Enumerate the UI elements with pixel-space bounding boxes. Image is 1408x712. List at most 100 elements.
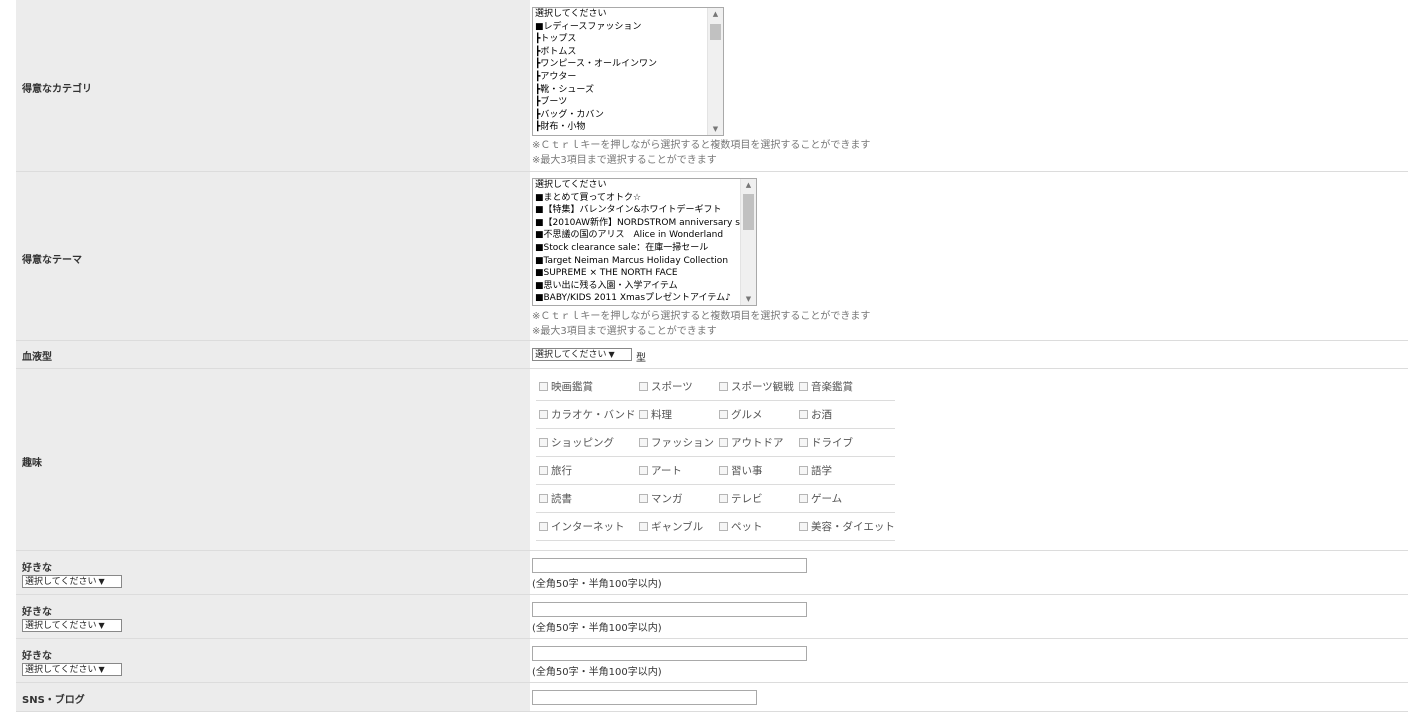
theme-option[interactable]: ■Target Neiman Marcus Holiday Collection (533, 255, 756, 268)
favorite-type-select[interactable]: 選択してください ▼ (22, 663, 122, 676)
theme-option[interactable]: ■【2010AW新作】NORDSTROM anniversary sale (533, 217, 756, 230)
checkbox[interactable] (639, 494, 648, 503)
theme-option[interactable]: ■不思議の国のアリス Alice in Wonderland (533, 229, 756, 242)
hobby-option[interactable]: 音楽鑑賞 (796, 373, 895, 401)
theme-option[interactable]: ■BABY/KIDS 2011 Xmasプレゼントアイテム♪ (533, 292, 756, 305)
hobby-option[interactable]: スポーツ観戦 (716, 373, 796, 401)
checkbox[interactable] (539, 438, 548, 447)
checkbox[interactable] (639, 382, 648, 391)
hobby-option[interactable]: 習い事 (716, 456, 796, 485)
category-option[interactable]: ┣ワンピース・オールインワン (533, 58, 723, 71)
checkbox[interactable] (799, 522, 808, 531)
checkbox[interactable] (799, 410, 808, 419)
hobby-option[interactable]: マンガ (636, 484, 716, 513)
checkbox[interactable] (719, 494, 728, 503)
hobby-option[interactable]: ファッション (636, 428, 716, 457)
category-option[interactable]: ┣ボトムス (533, 46, 723, 59)
checkbox[interactable] (719, 410, 728, 419)
hobby-option[interactable]: ショッピング (536, 428, 636, 457)
hobby-option[interactable]: グルメ (716, 400, 796, 429)
checkbox[interactable] (719, 522, 728, 531)
theme-scrollbar[interactable]: ▲ ▼ (740, 179, 756, 305)
hobby-option[interactable]: 映画鑑賞 (536, 373, 636, 401)
hobby-option[interactable]: ペット (716, 512, 796, 541)
favorite-type-select[interactable]: 選択してください ▼ (22, 575, 122, 588)
theme-option[interactable]: ■思い出に残る入園・入学アイテム (533, 280, 756, 293)
sns-blog-input[interactable] (532, 690, 757, 705)
hobby-option[interactable]: 旅行 (536, 456, 636, 485)
checkbox[interactable] (539, 522, 548, 531)
checkbox[interactable] (639, 522, 648, 531)
scroll-down-arrow-icon[interactable]: ▼ (741, 293, 756, 305)
hobby-option[interactable]: アート (636, 456, 716, 485)
checkbox[interactable] (639, 466, 648, 475)
category-row: 得意なカテゴリ 選択してください ■レディースファッション ┣トップス ┣ボトム… (16, 0, 1408, 172)
theme-option[interactable]: ■Stock clearance sale：在庫一掃セール (533, 242, 756, 255)
checkbox[interactable] (639, 438, 648, 447)
category-option[interactable]: ■レディースファッション (533, 21, 723, 34)
hobby-option[interactable]: ドライブ (796, 428, 895, 457)
hobby-option[interactable]: アウトドア (716, 428, 796, 457)
hobby-row-2: カラオケ・バンド 料理 グルメ お酒 (536, 400, 895, 429)
hobby-option[interactable]: インターネット (536, 512, 636, 541)
theme-listbox[interactable]: 選択してください ■まとめて買ってオトク☆ ■【特集】バレンタイン&ホワイトデー… (532, 178, 757, 306)
blood-type-select[interactable]: 選択してください ▼ (532, 348, 632, 361)
scrollbar-thumb[interactable] (743, 194, 754, 230)
checkbox[interactable] (539, 466, 548, 475)
favorite-value-cell: (全角50字・半角100字以内) (530, 639, 1408, 682)
checkbox[interactable] (719, 438, 728, 447)
hobby-option[interactable]: ギャンブル (636, 512, 716, 541)
blood-label-cell: 血液型 (16, 341, 530, 368)
checkbox[interactable] (799, 494, 808, 503)
hobby-option[interactable]: カラオケ・バンド (536, 400, 636, 429)
checkbox[interactable] (799, 466, 808, 475)
favorite-type-select[interactable]: 選択してください ▼ (22, 619, 122, 632)
hobby-option[interactable]: 読書 (536, 484, 636, 513)
hobby-option-label: スポーツ (651, 381, 693, 393)
favorite-type-selected: 選択してください (25, 665, 97, 675)
theme-option[interactable]: ■まとめて買ってオトク☆ (533, 192, 756, 205)
favorite-text-input[interactable] (532, 602, 807, 617)
favorite-text-input[interactable] (532, 558, 807, 573)
category-option[interactable]: ┣靴・シューズ (533, 84, 723, 97)
category-option[interactable]: 選択してください (533, 8, 723, 21)
checkbox[interactable] (719, 382, 728, 391)
favorite-text-input[interactable] (532, 646, 807, 661)
hobby-option-label: ファッション (651, 437, 714, 449)
sns-label: SNS・ブログ (22, 695, 85, 706)
checkbox[interactable] (639, 410, 648, 419)
checkbox[interactable] (799, 438, 808, 447)
theme-option[interactable]: ■SUPREME × THE NORTH FACE (533, 267, 756, 280)
category-option[interactable]: ┣ブーツ (533, 96, 723, 109)
hobby-option[interactable]: 美容・ダイエット (796, 512, 895, 541)
scroll-down-arrow-icon[interactable]: ▼ (708, 123, 723, 135)
hobby-option-label: スポーツ観戦 (731, 381, 794, 393)
category-option[interactable]: ┣トップス (533, 33, 723, 46)
category-option[interactable]: ┣財布・小物 (533, 121, 723, 134)
checkbox[interactable] (719, 466, 728, 475)
checkbox[interactable] (539, 410, 548, 419)
hobby-option[interactable]: ゲーム (796, 484, 895, 513)
hobby-option[interactable]: 料理 (636, 400, 716, 429)
hobby-label: 趣味 (22, 458, 42, 469)
favorite-value-cell: (全角50字・半角100字以内) (530, 551, 1408, 594)
sns-value-cell (530, 683, 1408, 711)
category-listbox[interactable]: 選択してください ■レディースファッション ┣トップス ┣ボトムス ┣ワンピース… (532, 7, 724, 136)
category-option[interactable]: ┣アウター (533, 71, 723, 84)
theme-option[interactable]: ■【特集】バレンタイン&ホワイトデーギフト (533, 204, 756, 217)
hobby-option[interactable]: テレビ (716, 484, 796, 513)
favorite-label-cell: 好きな 選択してください ▼ (16, 595, 530, 638)
checkbox[interactable] (539, 382, 548, 391)
checkbox[interactable] (539, 494, 548, 503)
theme-option[interactable]: 選択してください (533, 179, 756, 192)
category-scrollbar[interactable]: ▲ ▼ (707, 8, 723, 135)
hobby-option[interactable]: 語学 (796, 456, 895, 485)
hobby-option[interactable]: お酒 (796, 400, 895, 429)
scroll-up-arrow-icon[interactable]: ▲ (741, 179, 756, 191)
hobby-option[interactable]: スポーツ (636, 373, 716, 401)
hobby-option-label: 映画鑑賞 (551, 381, 593, 393)
scrollbar-thumb[interactable] (710, 24, 721, 40)
checkbox[interactable] (799, 382, 808, 391)
category-option[interactable]: ┣バッグ・カバン (533, 109, 723, 122)
scroll-up-arrow-icon[interactable]: ▲ (708, 8, 723, 20)
